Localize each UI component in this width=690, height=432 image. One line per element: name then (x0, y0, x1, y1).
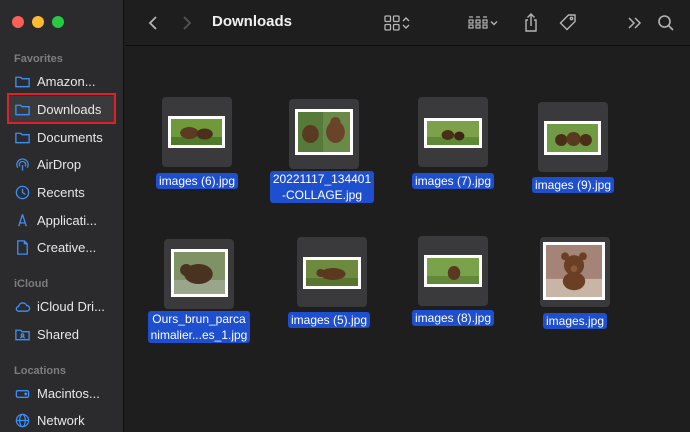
back-button[interactable] (143, 12, 163, 34)
share-icon (522, 13, 540, 33)
window-controls (12, 16, 64, 28)
forward-button[interactable] (177, 12, 197, 34)
group-icon (467, 15, 489, 31)
sidebar-item-label: AirDrop (37, 156, 82, 172)
file-item[interactable]: images (7).jpg (393, 97, 513, 197)
file-name: images (5).jpg (287, 312, 371, 328)
file-name: Ours_brun_parca nimalier...es_1.jpg (147, 311, 251, 343)
window-title: Downloads (212, 13, 293, 30)
sidebar-item-label: Amazon... (37, 73, 96, 89)
file-item[interactable]: 20221117_134401 -COLLAGE.jpg (262, 99, 382, 209)
disk-icon (14, 385, 31, 402)
folder-icon (14, 129, 31, 146)
image-thumbnail (295, 109, 353, 155)
file-item[interactable]: images (5).jpg (269, 237, 389, 337)
chevron-down-icon (489, 18, 499, 28)
group-by-button[interactable] (463, 12, 503, 34)
clock-icon (14, 184, 31, 201)
image-thumbnail (303, 257, 361, 289)
shared-folder-icon (14, 326, 31, 343)
chevron-left-icon (147, 15, 159, 31)
sidebar-item-downloads[interactable]: Downloads (8, 96, 116, 122)
chevron-right-icon (181, 15, 193, 31)
tag-icon (558, 13, 578, 33)
locations-section-title: Locations (14, 365, 66, 377)
sidebar-item-network[interactable]: Network (8, 407, 116, 432)
sidebar-item-macintosh-hd[interactable]: Macintos... (8, 380, 116, 406)
file-item[interactable]: images (9).jpg (513, 102, 633, 202)
file-item[interactable]: Ours_brun_parca nimalier...es_1.jpg (139, 239, 259, 349)
document-icon (14, 239, 31, 256)
image-thumbnail (424, 255, 482, 287)
sidebar: Favorites Amazon... Downloads Documents … (0, 0, 124, 432)
globe-icon (14, 412, 31, 429)
folder-icon (14, 73, 31, 90)
minimize-window-button[interactable] (32, 16, 44, 28)
sidebar-item-icloud-drive[interactable]: iCloud Dri... (8, 293, 116, 319)
tag-button[interactable] (556, 12, 580, 34)
cloud-icon (14, 298, 31, 315)
folder-icon (14, 101, 31, 118)
airdrop-icon (14, 156, 31, 173)
sidebar-item-shared[interactable]: Shared (8, 321, 116, 347)
image-thumbnail (171, 249, 228, 297)
file-item[interactable]: images (8).jpg (393, 236, 513, 336)
image-thumbnail (424, 118, 482, 148)
image-thumbnail (544, 121, 601, 155)
sidebar-item-amazon[interactable]: Amazon... (8, 68, 116, 94)
search-icon (657, 14, 675, 32)
sidebar-item-applications[interactable]: Applicati... (8, 207, 116, 233)
toolbar: Downloads (125, 0, 690, 46)
close-window-button[interactable] (12, 16, 24, 28)
sidebar-item-recents[interactable]: Recents (8, 179, 116, 205)
maximize-window-button[interactable] (52, 16, 64, 28)
file-name: 20221117_134401 -COLLAGE.jpg (269, 171, 375, 203)
grid-view-icon (383, 14, 401, 32)
image-thumbnail (168, 116, 225, 148)
sidebar-item-label: Creative... (37, 239, 97, 255)
sidebar-item-airdrop[interactable]: AirDrop (8, 151, 116, 177)
file-name: images.jpg (542, 313, 608, 329)
file-name: images (6).jpg (155, 173, 239, 189)
image-thumbnail (543, 242, 605, 300)
sidebar-item-label: Recents (37, 184, 85, 200)
sidebar-item-label: Macintos... (37, 385, 100, 401)
double-chevron-right-icon (627, 16, 643, 30)
file-name: images (7).jpg (411, 173, 495, 189)
sidebar-item-label: iCloud Dri... (37, 298, 105, 314)
more-toolbar-items-button[interactable] (624, 12, 646, 34)
sidebar-item-documents[interactable]: Documents (8, 124, 116, 150)
sidebar-item-creative[interactable]: Creative... (8, 234, 116, 260)
file-name: images (9).jpg (531, 177, 615, 193)
chevron-updown-icon (401, 16, 411, 30)
view-mode-button[interactable] (377, 12, 417, 34)
applications-icon (14, 212, 31, 229)
file-grid: images (6).jpg 20221117_134401 -COLLAGE.j… (125, 47, 690, 432)
sidebar-item-label: Shared (37, 326, 79, 342)
file-item[interactable]: images.jpg (515, 237, 635, 337)
sidebar-item-label: Documents (37, 129, 103, 145)
file-name: images (8).jpg (411, 310, 495, 326)
share-button[interactable] (519, 12, 543, 34)
sidebar-item-label: Downloads (37, 101, 102, 117)
file-item[interactable]: images (6).jpg (137, 97, 257, 197)
sidebar-item-label: Applicati... (37, 212, 97, 228)
icloud-section-title: iCloud (14, 278, 49, 290)
favorites-section-title: Favorites (14, 53, 63, 65)
sidebar-item-label: Network (37, 412, 85, 428)
search-button[interactable] (654, 12, 678, 34)
